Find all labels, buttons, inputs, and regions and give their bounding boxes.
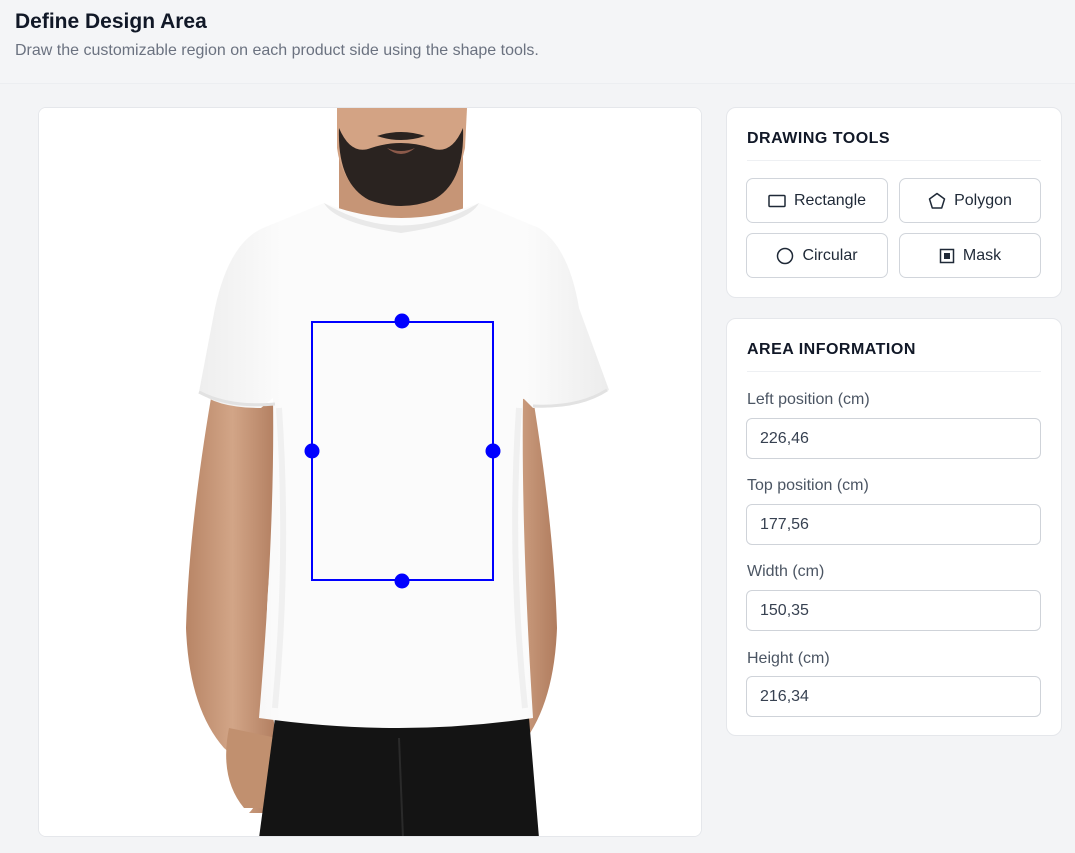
circular-tool-label: Circular [802,246,858,264]
page-header: Define Design Area Draw the customizable… [0,0,1075,84]
resize-handle-bottom[interactable] [394,573,410,589]
area-information-panel: AREA INFORMATION Left position (cm) Top … [726,318,1062,736]
width-input[interactable] [746,590,1041,631]
design-canvas[interactable] [38,107,702,837]
left-position-input[interactable] [746,418,1041,459]
height-label: Height (cm) [747,650,830,667]
drawing-tools-panel: DRAWING TOOLS Rectangle Polygon Circular… [726,107,1062,298]
rectangle-icon [768,194,786,207]
height-input[interactable] [746,676,1041,717]
circle-icon [777,247,794,264]
polygon-tool-label: Polygon [954,191,1012,209]
page-subtitle: Draw the customizable region on each pro… [15,42,539,59]
polygon-tool-button[interactable]: Polygon [899,178,1041,223]
top-position-input[interactable] [746,504,1041,545]
area-information-title: AREA INFORMATION [747,341,916,358]
pentagon-icon [928,192,946,209]
left-position-label: Left position (cm) [747,391,870,408]
resize-handle-left[interactable] [304,443,320,459]
circular-tool-button[interactable]: Circular [746,233,888,278]
design-area-rectangle[interactable] [311,321,494,581]
resize-handle-right[interactable] [485,443,501,459]
mask-icon [939,248,955,263]
drawing-tools-title: DRAWING TOOLS [747,130,891,147]
mask-tool-label: Mask [962,246,1002,264]
rectangle-tool-label: Rectangle [793,191,867,209]
width-label: Width (cm) [747,563,825,580]
page-title: Define Design Area [15,10,207,33]
selection-overlay[interactable] [39,108,702,837]
divider [747,371,1041,372]
rectangle-tool-button[interactable]: Rectangle [746,178,888,223]
divider [747,160,1041,161]
resize-handle-top[interactable] [394,313,410,329]
mask-tool-button[interactable]: Mask [899,233,1041,278]
top-position-label: Top position (cm) [747,477,869,494]
